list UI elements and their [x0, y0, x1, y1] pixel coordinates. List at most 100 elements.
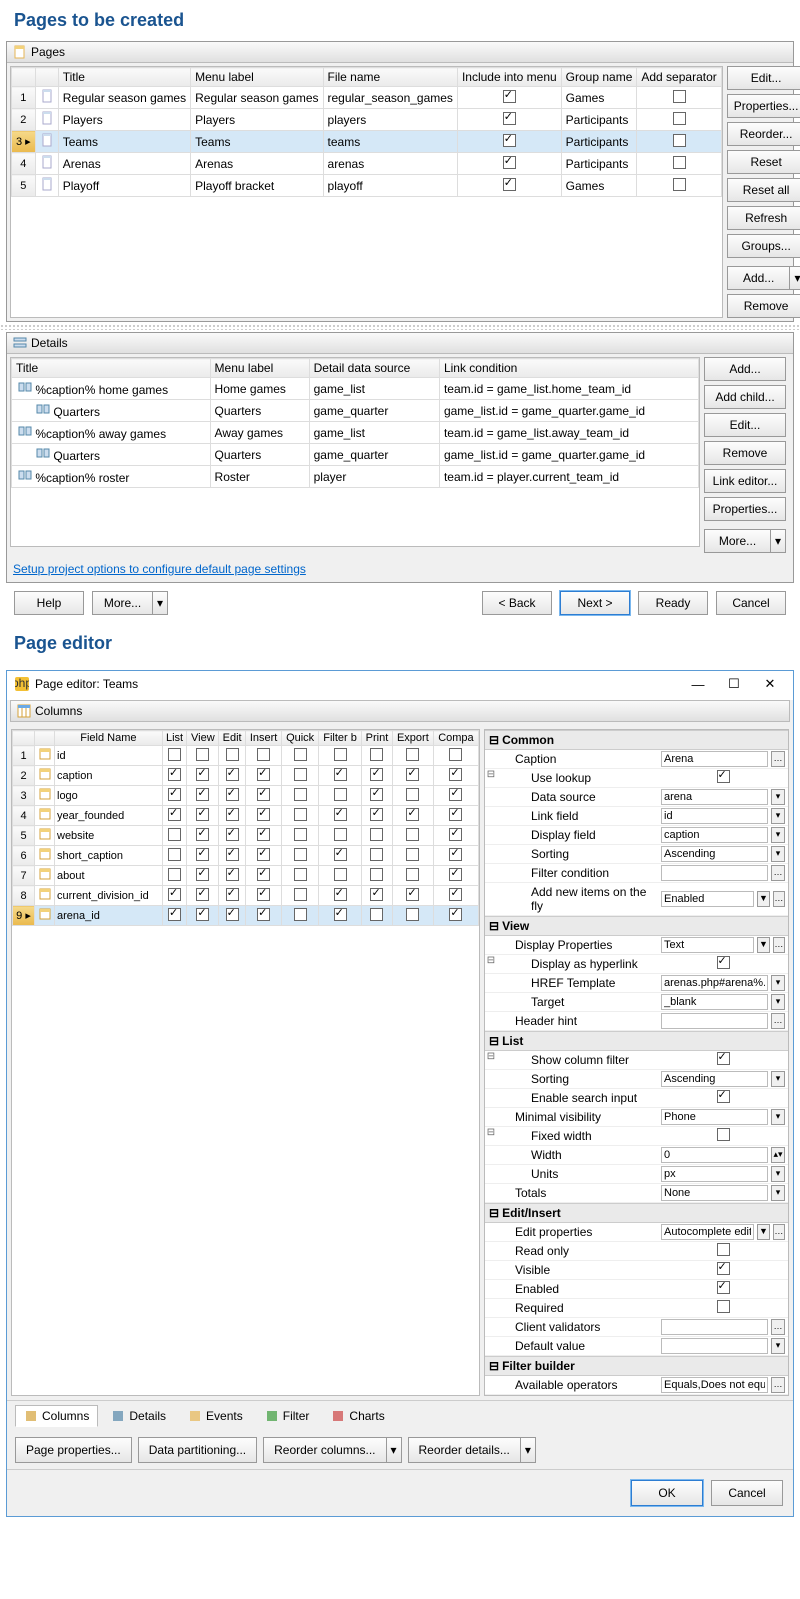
tab-details[interactable]: Details	[102, 1405, 175, 1427]
wizard-more-split[interactable]: More... ▾	[92, 591, 168, 615]
checkbox[interactable]	[168, 828, 181, 841]
prop-value[interactable]: ▾	[658, 807, 788, 825]
checkbox[interactable]	[196, 888, 209, 901]
table-row[interactable]: %caption% roster Rosterplayerteam.id = p…	[12, 466, 699, 488]
checkbox[interactable]	[406, 868, 419, 881]
wizard-more-button[interactable]: More...	[92, 591, 152, 615]
col-header[interactable]: View	[187, 731, 219, 746]
col-header[interactable]: Print	[362, 731, 393, 746]
checkbox[interactable]	[168, 888, 181, 901]
close-button[interactable]: ✕	[755, 676, 785, 692]
checkbox[interactable]	[294, 788, 307, 801]
checkbox[interactable]	[226, 768, 239, 781]
checkbox[interactable]	[370, 828, 383, 841]
link-editor-button[interactable]: Link editor...	[704, 469, 786, 493]
checkbox[interactable]	[226, 908, 239, 921]
table-row[interactable]: 5website	[13, 826, 479, 846]
prop-input[interactable]	[661, 975, 768, 991]
reset-allbutton[interactable]: Reset all	[727, 178, 800, 202]
checkbox[interactable]	[334, 908, 347, 921]
prop-input[interactable]	[661, 1377, 768, 1393]
add-child-button[interactable]: Add child...	[704, 385, 786, 409]
table-row[interactable]: 8current_division_id	[13, 886, 479, 906]
table-row[interactable]: 1id	[13, 746, 479, 766]
checkbox[interactable]	[294, 828, 307, 841]
dropdown-icon[interactable]: ▾	[386, 1437, 402, 1463]
checkbox[interactable]	[449, 768, 462, 781]
tab-charts[interactable]: Charts	[322, 1405, 393, 1427]
dropdown-icon[interactable]: ▾	[771, 827, 785, 843]
checkbox[interactable]	[449, 908, 462, 921]
checkbox[interactable]	[406, 748, 419, 761]
prop-value[interactable]: ▼…	[658, 936, 788, 954]
table-row[interactable]: %caption% home games Home gamesgame_list…	[12, 378, 699, 400]
table-row[interactable]: 2caption	[13, 766, 479, 786]
prop-input[interactable]	[661, 808, 768, 824]
prop-value[interactable]: ▾	[658, 788, 788, 806]
checkbox[interactable]	[717, 1128, 730, 1141]
prop-value[interactable]: ▾	[658, 826, 788, 844]
checkbox[interactable]	[449, 808, 462, 821]
col-header[interactable]: Filter b	[319, 731, 362, 746]
properties-button[interactable]: Properties...	[704, 497, 786, 521]
col-header[interactable]: Add separator	[637, 68, 721, 87]
checkbox[interactable]	[257, 888, 270, 901]
col-header[interactable]	[13, 731, 35, 746]
checkbox[interactable]	[370, 748, 383, 761]
remove-button[interactable]: Remove	[727, 294, 800, 318]
checkbox[interactable]	[717, 1281, 730, 1294]
prop-input[interactable]	[661, 1338, 768, 1354]
ellipsis-button[interactable]: …	[771, 1377, 785, 1393]
table-row[interactable]: 7about	[13, 866, 479, 886]
dropdown-icon[interactable]: ▾	[771, 1071, 785, 1087]
col-header[interactable]: File name	[323, 68, 457, 87]
dropdown-icon[interactable]: ▾	[771, 975, 785, 991]
dropdown-icon[interactable]: ▾	[771, 789, 785, 805]
prop-input[interactable]	[661, 789, 768, 805]
properties-button[interactable]: Properties...	[727, 94, 800, 118]
checkbox[interactable]	[406, 788, 419, 801]
prop-value[interactable]	[658, 1051, 788, 1069]
reorder-columns-split[interactable]: Reorder columns...▾	[263, 1437, 401, 1463]
checkbox[interactable]	[196, 788, 209, 801]
checkbox[interactable]	[406, 768, 419, 781]
prop-section[interactable]: ⊟View	[485, 916, 788, 936]
removebutton[interactable]: Remove	[704, 441, 786, 465]
checkbox[interactable]	[717, 770, 730, 783]
checkbox[interactable]	[294, 768, 307, 781]
checkbox[interactable]	[673, 178, 686, 191]
checkbox[interactable]	[449, 868, 462, 881]
prop-value[interactable]: …	[658, 1012, 788, 1030]
checkbox[interactable]	[168, 908, 181, 921]
table-row[interactable]: Quarters Quartersgame_quartergame_list.i…	[12, 400, 699, 422]
prop-value[interactable]: …	[658, 1318, 788, 1336]
checkbox[interactable]	[503, 90, 516, 103]
prop-input[interactable]	[661, 1109, 768, 1125]
checkbox[interactable]	[717, 1262, 730, 1275]
prop-value[interactable]: …	[658, 750, 788, 768]
prop-value[interactable]: ▼…	[658, 883, 788, 915]
checkbox[interactable]	[196, 748, 209, 761]
checkbox[interactable]	[226, 848, 239, 861]
checkbox[interactable]	[226, 748, 239, 761]
prop-value[interactable]: ▾	[658, 1337, 788, 1355]
prop-value[interactable]: ▴▾	[658, 1146, 788, 1164]
checkbox[interactable]	[257, 908, 270, 921]
col-header[interactable]: Edit	[219, 731, 246, 746]
table-row[interactable]: 9 ▸arena_id	[13, 906, 479, 926]
checkbox[interactable]	[294, 908, 307, 921]
checkbox[interactable]	[673, 156, 686, 169]
dialog-cancel-button[interactable]: Cancel	[711, 1480, 783, 1506]
ellipsis-button[interactable]: …	[773, 937, 785, 953]
ellipsis-button[interactable]: …	[771, 751, 785, 767]
add-dropdown[interactable]: ▾	[789, 266, 800, 290]
checkbox[interactable]	[294, 868, 307, 881]
col-header[interactable]: Menu label	[210, 359, 309, 378]
dropdown-icon[interactable]: ▾	[771, 1166, 785, 1182]
col-header[interactable]: Compa	[433, 731, 478, 746]
checkbox[interactable]	[334, 768, 347, 781]
prop-input[interactable]	[661, 751, 768, 767]
checkbox[interactable]	[406, 808, 419, 821]
col-header[interactable]: Detail data source	[309, 359, 439, 378]
help-button[interactable]: Help	[14, 591, 84, 615]
